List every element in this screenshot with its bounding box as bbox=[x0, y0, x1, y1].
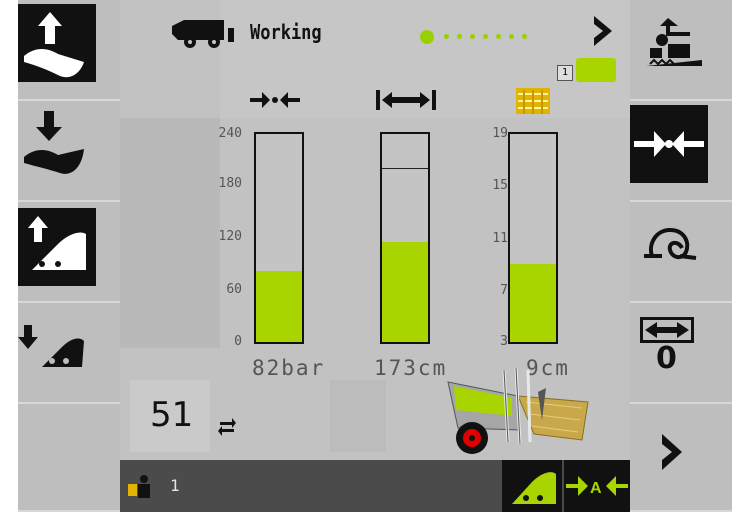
tick-label: 7 bbox=[500, 283, 508, 298]
tailgate-down-icon bbox=[18, 311, 96, 389]
chevron-right-icon bbox=[658, 432, 684, 476]
tick-label: 11 bbox=[492, 231, 508, 246]
next-screen-chevron-icon[interactable] bbox=[590, 14, 616, 52]
tick-label: 180 bbox=[218, 176, 242, 191]
pressure-gauge bbox=[254, 132, 304, 344]
length-header-icon bbox=[374, 88, 438, 116]
length-gauge bbox=[380, 132, 430, 344]
width-arrows-icon bbox=[640, 317, 694, 343]
page-dot-active bbox=[420, 29, 434, 44]
tick-label: 19 bbox=[492, 126, 508, 141]
page-indicator bbox=[420, 26, 535, 45]
page-dot bbox=[470, 34, 475, 39]
compress-header-icon bbox=[248, 88, 302, 116]
right-softkey-column: 0 bbox=[630, 0, 732, 512]
length-gauge-marker bbox=[382, 168, 428, 170]
panel-shade bbox=[330, 380, 386, 452]
tailgate-status-icon[interactable] bbox=[502, 460, 562, 512]
swap-arrows-icon bbox=[218, 416, 236, 440]
tick-label: 3 bbox=[500, 334, 508, 349]
offset-button[interactable]: 0 bbox=[630, 303, 732, 404]
tailgate-up-icon bbox=[18, 208, 96, 286]
main-panel: Working 1 240 180 120 60 0 19 15 11 7 3 … bbox=[120, 0, 630, 460]
panel-shade bbox=[120, 118, 220, 348]
operator-icon bbox=[128, 474, 154, 502]
compress-icon bbox=[630, 105, 708, 183]
unload-bale-button[interactable] bbox=[630, 0, 732, 101]
page-dot bbox=[483, 34, 488, 39]
baler-icon bbox=[168, 16, 242, 56]
compression-button[interactable] bbox=[630, 101, 732, 202]
moisture-gauge bbox=[508, 132, 558, 344]
bale-status-icon bbox=[576, 58, 616, 82]
page-dot bbox=[444, 34, 449, 39]
tick-label: 15 bbox=[492, 178, 508, 193]
operator-count: 1 bbox=[170, 476, 180, 495]
mini-badge: 1 bbox=[557, 65, 573, 81]
pressure-gauge-fill bbox=[256, 270, 302, 342]
pressure-readout: 82bar bbox=[252, 356, 326, 380]
page-dot bbox=[509, 34, 514, 39]
top-bar: Working 1 bbox=[120, 0, 630, 82]
knotter-button[interactable] bbox=[630, 202, 732, 303]
tick-label: 240 bbox=[218, 126, 242, 141]
bale-counter-value: 51 bbox=[150, 395, 194, 435]
open-tailgate-button[interactable] bbox=[18, 202, 120, 303]
tick-label: 0 bbox=[234, 334, 242, 349]
left-softkey-column bbox=[18, 0, 120, 512]
pickup-down-icon bbox=[18, 105, 96, 183]
offset-value: 0 bbox=[656, 341, 677, 376]
knotter-icon bbox=[642, 220, 698, 268]
lower-pickup-button[interactable] bbox=[18, 101, 120, 202]
page-dot bbox=[457, 34, 462, 39]
status-bar: 1 A bbox=[120, 460, 630, 512]
length-gauge-fill bbox=[382, 242, 428, 342]
bale-eject-icon bbox=[642, 10, 706, 78]
baler-illustration bbox=[442, 362, 592, 466]
page-dot bbox=[522, 34, 527, 39]
auto-compression-icon[interactable]: A bbox=[564, 460, 630, 512]
empty-left-button[interactable] bbox=[18, 404, 120, 512]
next-page-button[interactable] bbox=[630, 404, 732, 512]
svg-text:A: A bbox=[590, 480, 602, 497]
page-dot bbox=[496, 34, 501, 39]
moisture-gauge-fill bbox=[510, 264, 556, 342]
length-readout: 173cm bbox=[374, 356, 448, 380]
pickup-up-icon bbox=[18, 4, 96, 82]
raise-pickup-button[interactable] bbox=[18, 0, 120, 101]
close-tailgate-button[interactable] bbox=[18, 303, 120, 404]
tick-label: 120 bbox=[218, 229, 242, 244]
moisture-header-icon bbox=[514, 86, 552, 116]
status-text: Working bbox=[250, 20, 322, 44]
tick-label: 60 bbox=[226, 282, 242, 297]
